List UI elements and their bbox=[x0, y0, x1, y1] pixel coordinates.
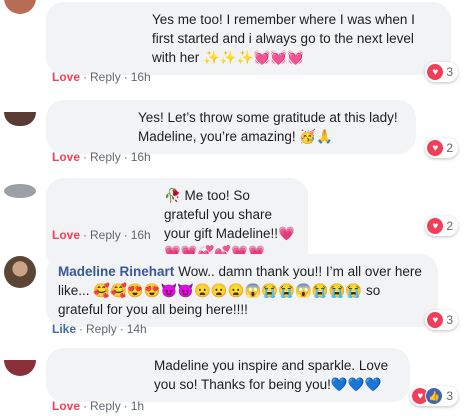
separator: · bbox=[83, 228, 88, 242]
comment-bubble: Madeline you inspire and sparkle. Love y… bbox=[46, 348, 410, 402]
timestamp[interactable]: 16h bbox=[131, 228, 151, 242]
avatar[interactable] bbox=[4, 184, 36, 198]
reply-button[interactable]: Reply bbox=[90, 228, 121, 242]
comment-text: 🥀 Me too! So grateful you share your gif… bbox=[164, 188, 295, 260]
author-name[interactable]: Madeline Rinehart bbox=[58, 264, 174, 279]
reaction-badge[interactable]: ♥ 3 bbox=[425, 310, 458, 330]
comment-text: Madeline you inspire and sparkle. Love y… bbox=[154, 358, 389, 392]
separator: · bbox=[83, 70, 88, 84]
reply-button[interactable]: Reply bbox=[90, 399, 121, 413]
separator: · bbox=[123, 228, 128, 242]
like-button[interactable]: Like bbox=[52, 322, 76, 336]
reaction-count: 3 bbox=[446, 65, 453, 79]
separator: · bbox=[123, 70, 128, 84]
separator: · bbox=[119, 322, 124, 336]
reaction-count: 3 bbox=[446, 389, 453, 403]
reaction-badge[interactable]: ♥ 2 bbox=[425, 138, 458, 158]
heart-icon: ♥ bbox=[427, 140, 444, 156]
comment-text: Yes me too! I remember where I was when … bbox=[152, 12, 415, 65]
timestamp[interactable]: 14h bbox=[127, 322, 147, 336]
avatar[interactable] bbox=[4, 256, 36, 288]
reply-button[interactable]: Reply bbox=[90, 150, 121, 164]
avatar[interactable] bbox=[4, 0, 36, 14]
reaction-count: 2 bbox=[446, 141, 453, 155]
comment-actions: Love · Reply · 16h bbox=[52, 228, 151, 242]
timestamp[interactable]: 16h bbox=[131, 70, 151, 84]
heart-icon: ♥ bbox=[427, 64, 444, 80]
timestamp[interactable]: 16h bbox=[131, 150, 151, 164]
comment-actions: Love · Reply · 1h bbox=[52, 399, 144, 413]
love-button[interactable]: Love bbox=[52, 150, 80, 164]
reaction-count: 3 bbox=[446, 313, 453, 327]
separator: · bbox=[79, 322, 84, 336]
timestamp[interactable]: 1h bbox=[131, 399, 144, 413]
reaction-badge[interactable]: ♥ 2 bbox=[425, 216, 458, 236]
comment-text: Yes! Let’s throw some gratitude at this … bbox=[138, 110, 398, 144]
avatar[interactable] bbox=[4, 112, 36, 126]
separator: · bbox=[83, 150, 88, 164]
reply-button[interactable]: Reply bbox=[90, 70, 121, 84]
thumbs-up-icon: 👍 bbox=[425, 387, 444, 405]
comment-actions: Love · Reply · 16h bbox=[52, 150, 151, 164]
comment-actions: Love · Reply · 16h bbox=[52, 70, 151, 84]
reaction-badge[interactable]: ♥ 👍 3 bbox=[410, 386, 458, 406]
love-button[interactable]: Love bbox=[52, 70, 80, 84]
separator: · bbox=[123, 399, 128, 413]
comment-bubble: Yes! Let’s throw some gratitude at this … bbox=[46, 100, 416, 154]
reaction-badge[interactable]: ♥ 3 bbox=[425, 62, 458, 82]
comment-bubble: Yes me too! I remember where I was when … bbox=[46, 2, 451, 75]
comment-actions: Like · Reply · 14h bbox=[52, 322, 147, 336]
separator: · bbox=[123, 150, 128, 164]
separator: · bbox=[83, 399, 88, 413]
avatar[interactable] bbox=[4, 360, 36, 376]
reply-button[interactable]: Reply bbox=[86, 322, 117, 336]
love-button[interactable]: Love bbox=[52, 228, 80, 242]
comment-bubble: Madeline Rinehart Wow.. damn thank you!! … bbox=[46, 254, 438, 327]
heart-icon: ♥ bbox=[427, 218, 444, 234]
heart-icon: ♥ bbox=[427, 312, 444, 328]
love-button[interactable]: Love bbox=[52, 399, 80, 413]
reaction-count: 2 bbox=[446, 219, 453, 233]
